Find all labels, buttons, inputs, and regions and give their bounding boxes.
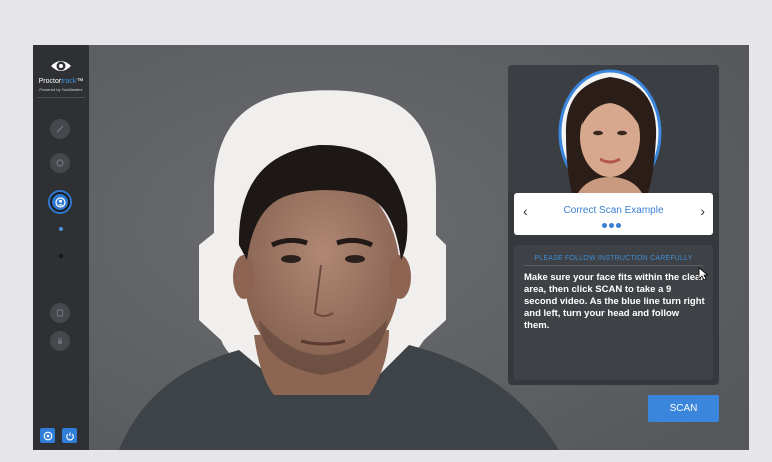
progress-dot [59, 254, 63, 258]
power-icon [65, 432, 74, 440]
step-settings[interactable] [50, 153, 70, 173]
divider [524, 265, 703, 266]
proctor-app-window: Proctortrack™ Powered by YouMasters ‹ Co… [33, 45, 749, 450]
step-edit[interactable] [50, 119, 70, 139]
eye-logo-icon [51, 61, 71, 71]
carousel-dot[interactable] [609, 223, 614, 228]
lock-icon [58, 337, 62, 344]
scan-button[interactable]: SCAN [648, 395, 719, 422]
brand-tagline: Powered by YouMasters [39, 87, 83, 92]
step-lock[interactable] [50, 331, 70, 351]
example-carousel: ‹ Correct Scan Example › [514, 193, 713, 235]
settings-icon [56, 159, 64, 167]
document-icon [56, 309, 64, 317]
sidebar: Proctortrack™ Powered by YouMasters [33, 45, 89, 450]
brand-name-part2: track [61, 78, 77, 85]
divider [37, 97, 85, 98]
example-face-image [558, 69, 662, 197]
step-document[interactable] [50, 303, 70, 323]
carousel-dot[interactable] [616, 223, 621, 228]
help-button[interactable] [40, 428, 55, 443]
example-photo-area [508, 65, 719, 197]
instructions-text: Make sure your face fits within the clea… [524, 272, 705, 331]
instructions-heading: PLEASE FOLLOW INSTRUCTION CAREFULLY [534, 255, 693, 262]
brand-name-part1: Proctor [38, 78, 62, 85]
step-face-scan[interactable] [50, 192, 70, 212]
carousel-title: Correct Scan Example [563, 205, 664, 216]
brand-name: Proctortrack™ [33, 78, 89, 86]
progress-dot [59, 227, 63, 231]
instruction-panel: ‹ Correct Scan Example › PLEASE FOLLOW I… [508, 65, 719, 385]
face-scan-icon [54, 196, 66, 208]
carousel-next-button[interactable]: › [700, 204, 705, 218]
brand-tm: ™ [76, 78, 84, 85]
instructions-box: PLEASE FOLLOW INSTRUCTION CAREFULLY Make… [514, 245, 713, 380]
carousel-dot[interactable] [602, 223, 607, 228]
mouse-cursor-icon [698, 267, 708, 281]
power-button[interactable] [62, 428, 77, 443]
help-icon [43, 431, 52, 440]
edit-icon [56, 125, 64, 133]
carousel-dots [602, 223, 621, 228]
